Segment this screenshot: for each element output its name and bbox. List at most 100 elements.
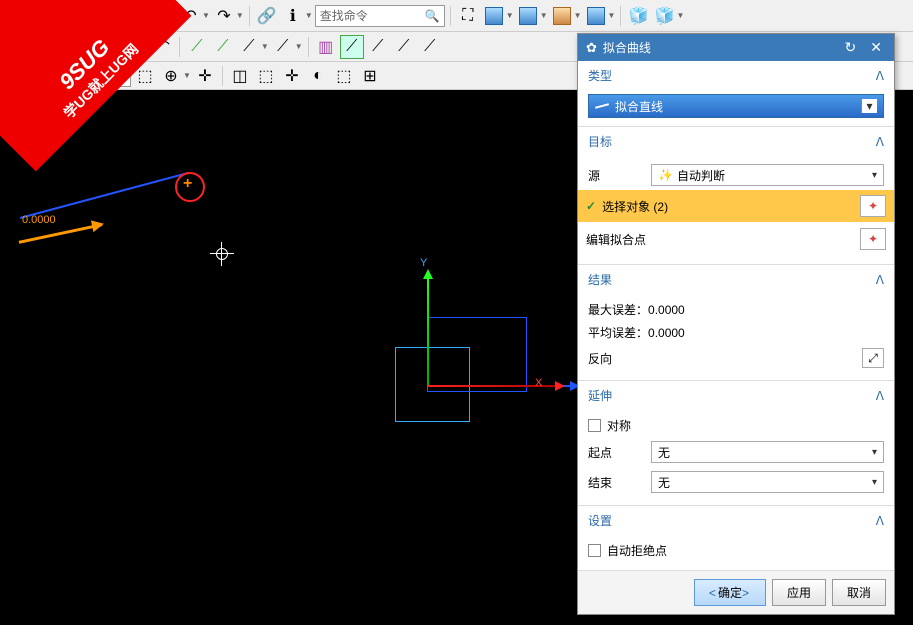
sel-btn-4[interactable]: ◫ [228,64,252,88]
close-button[interactable]: ✕ [866,39,886,56]
sel-btn-2[interactable]: ⊕ [159,64,183,88]
start-select[interactable]: 无 ▾ [651,441,884,463]
section-header-result[interactable]: 结果 ᐱ [578,265,894,294]
select-object-row[interactable]: ✓ 选择对象 (2) ✦ [578,190,894,222]
reverse-direction-button[interactable]: ⤢ [862,348,884,368]
auto-reject-checkbox-row[interactable]: 自动拒绝点 [588,539,884,562]
sketch-rect-2 [427,317,527,392]
separator [249,6,250,26]
apply-button[interactable]: 应用 [772,579,826,606]
auto-reject-label: 自动拒绝点 [607,542,667,559]
reset-button[interactable]: ↻ [841,39,861,56]
section-result: 结果 ᐱ 最大误差：0.0000 平均误差：0.0000 反向 ⤢ [578,265,894,381]
sel-btn-5[interactable]: ⬚ [254,64,278,88]
assembly-button[interactable]: 🧊 [626,4,650,28]
symmetric-checkbox-row[interactable]: 对称 [588,414,884,437]
sel-btn-6[interactable]: ✛ [280,64,304,88]
redo-button[interactable]: ↷ [212,4,236,28]
dropdown-arrow-icon[interactable]: ▼ [236,11,244,20]
end-value: 无 [658,474,670,491]
separator [179,37,180,57]
analysis-tool-4[interactable]: ⟋ [392,35,416,59]
dropdown-arrow-icon: ▾ [872,170,877,181]
section-header-target[interactable]: 目标 ᐱ [578,127,894,156]
section-label: 结果 [588,271,612,288]
section-label: 类型 [588,67,612,84]
dropdown-arrow-icon[interactable]: ▼ [540,11,548,20]
select-object-label: 选择对象 (2) [602,198,668,215]
curve-tool-1[interactable]: ⟋ [185,35,209,59]
separator [222,66,223,86]
wcs-y-axis [427,272,429,387]
command-search-input[interactable]: 查找命令 🔍 [315,5,445,27]
dropdown-arrow-icon[interactable]: ▼ [676,11,684,20]
avg-error-label: 平均误差： [588,326,648,340]
curve-tool-4[interactable]: ⟋ [271,35,295,59]
axis-label-y: Y [420,257,427,269]
analysis-tool-5[interactable]: ⟋ [418,35,442,59]
target-picker-button[interactable]: ✦ [860,228,886,250]
dropdown-arrow-icon[interactable]: ▼ [183,71,191,80]
fit-type-select[interactable]: 拟合直线 ▾ [588,94,884,118]
separator [308,37,309,57]
analysis-tool-3[interactable]: ⟋ [366,35,390,59]
analysis-tool-1[interactable]: ▥ [314,35,338,59]
reverse-label: 反向 [588,350,612,367]
section-header-settings[interactable]: 设置 ᐱ [578,506,894,535]
edit-fit-points-row[interactable]: 编辑拟合点 ✦ [578,222,894,256]
start-value: 无 [658,444,670,461]
dropdown-arrow-icon[interactable]: ▼ [202,11,210,20]
info-button[interactable]: ℹ [281,4,305,28]
sel-btn-3[interactable]: ✛ [193,64,217,88]
sel-btn-7[interactable]: ◐ [306,64,330,88]
dimension-value: 0.0000 [22,214,56,226]
cancel-button[interactable]: 取消 [832,579,886,606]
fit-view-button[interactable]: ⛶ [456,4,480,28]
wand-icon: ✨ [658,168,673,182]
view-cube2-button[interactable] [516,4,540,28]
checkbox-icon[interactable] [588,544,601,557]
sel-btn-9[interactable]: ⊞ [358,64,382,88]
section-header-extend[interactable]: 延伸 ᐱ [578,381,894,410]
dropdown-arrow-icon[interactable]: ▼ [506,11,514,20]
dropdown-arrow-icon: ▾ [872,447,877,458]
section-extend: 延伸 ᐱ 对称 起点 无 ▾ 结束 无 ▾ [578,381,894,506]
section-label: 设置 [588,512,612,529]
chevron-up-icon: ᐱ [876,69,884,83]
end-label: 结束 [588,474,643,491]
section-label: 目标 [588,133,612,150]
gear-icon: ✿ [586,40,597,56]
source-select[interactable]: ✨ 自动判断 ▾ [651,164,884,186]
chevron-up-icon: ᐱ [876,135,884,149]
assembly2-button[interactable]: 🧊 [652,4,676,28]
chevron-up-icon: ᐱ [876,389,884,403]
link-button[interactable]: 🔗 [255,4,279,28]
layer-button[interactable] [584,4,608,28]
dropdown-arrow-icon[interactable]: ▼ [305,11,313,20]
dropdown-arrow-icon: ▾ [861,99,877,113]
avg-error-value: 0.0000 [648,326,685,340]
symmetric-label: 对称 [607,417,631,434]
view-cube3-button[interactable] [550,4,574,28]
target-picker-button[interactable]: ✦ [860,195,886,217]
curve-tool-3[interactable]: ⟋ [237,35,261,59]
source-value: 自动判断 [677,167,725,184]
search-icon: 🔍 [425,9,440,23]
view-cube1-button[interactable] [482,4,506,28]
dropdown-arrow-icon[interactable]: ▼ [295,42,303,51]
chevron-up-icon: ᐱ [876,273,884,287]
dropdown-arrow-icon[interactable]: ▼ [608,11,616,20]
checkbox-icon[interactable] [588,419,601,432]
end-select[interactable]: 无 ▾ [651,471,884,493]
fit-curve-tool[interactable]: ⟋ [340,35,364,59]
direction-arrow [19,223,103,244]
curve-tool-2[interactable]: ⟋ [211,35,235,59]
sel-btn-8[interactable]: ⬚ [332,64,356,88]
ok-button[interactable]: <确定> [694,579,766,606]
dropdown-arrow-icon[interactable]: ▼ [574,11,582,20]
section-label: 延伸 [588,387,612,404]
dialog-titlebar[interactable]: ✿ 拟合曲线 ↻ ✕ [578,34,894,61]
section-header-type[interactable]: 类型 ᐱ [578,61,894,90]
dropdown-arrow-icon[interactable]: ▼ [261,42,269,51]
avg-error-row: 平均误差：0.0000 [588,321,884,344]
